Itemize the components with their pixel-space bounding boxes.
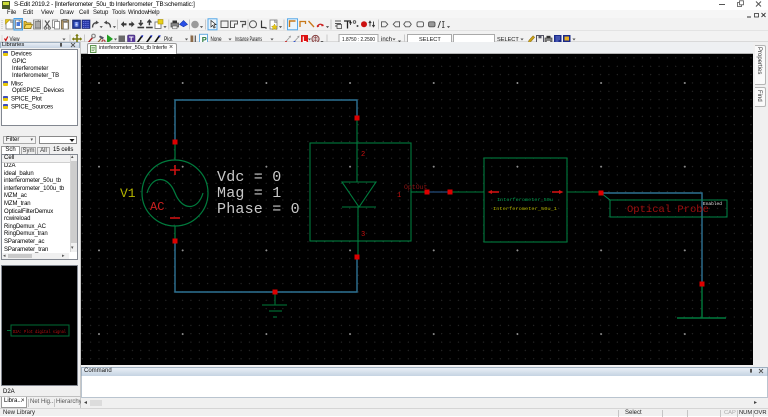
svg-text:2: 2 xyxy=(361,151,365,159)
svg-text:Mag = 1: Mag = 1 xyxy=(217,185,281,202)
svg-text:Enabled: Enabled xyxy=(703,201,722,207)
svg-text:Phase = 0: Phase = 0 xyxy=(217,201,300,218)
svg-text:D2A: Plot digital signal: D2A: Plot digital signal xyxy=(13,329,66,335)
svg-text:V1: V1 xyxy=(120,186,136,201)
svg-text:3: 3 xyxy=(361,231,365,239)
svg-text:OptOut: OptOut xyxy=(404,184,428,191)
svg-text:Vdc = 0: Vdc = 0 xyxy=(217,169,281,186)
svg-text:Interferometer_50u_1: Interferometer_50u_1 xyxy=(493,207,558,212)
svg-text:Optical Probe: Optical Probe xyxy=(627,204,709,216)
svg-text:AC: AC xyxy=(150,200,164,214)
svg-text:1: 1 xyxy=(397,192,401,200)
svg-text:Interferometer_50u: Interferometer_50u xyxy=(497,198,553,203)
